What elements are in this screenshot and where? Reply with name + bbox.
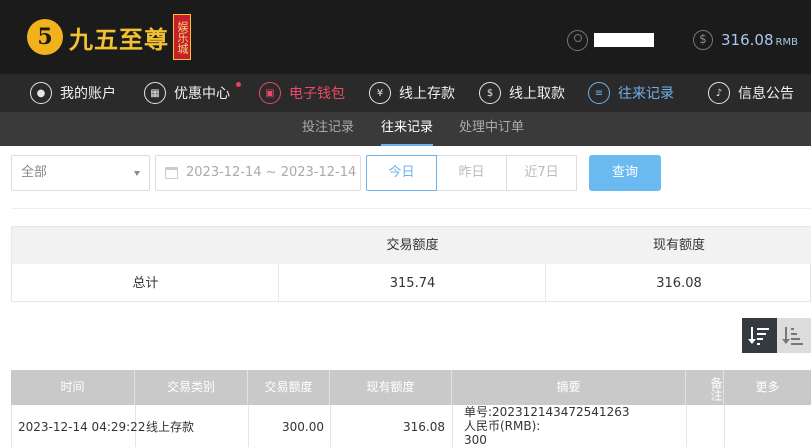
bell-icon: ♪ bbox=[708, 82, 730, 104]
sort-descending-button[interactable] bbox=[742, 318, 777, 353]
summary-header-balance: 现有额度 bbox=[652, 238, 705, 253]
nav-label: 往来记录 bbox=[618, 86, 674, 102]
summary-header-amount: 交易额度 bbox=[386, 238, 439, 253]
date-range-value: 2023-12-14 ~ 2023-12-14 bbox=[186, 165, 357, 180]
summary-total-amount: 315.74 bbox=[389, 276, 436, 291]
nav-label: 信息公告 bbox=[738, 86, 794, 102]
col-amount: 交易额度 bbox=[248, 370, 330, 405]
nav-transaction-records[interactable]: ≡ 往来记录 bbox=[588, 74, 674, 112]
user-circle-icon: ● bbox=[30, 82, 52, 104]
date-range-input[interactable]: 2023-12-14 ~ 2023-12-14 bbox=[155, 155, 361, 191]
col-summary: 摘要 bbox=[452, 370, 686, 405]
nav-label: 线上取款 bbox=[509, 86, 565, 102]
last-7-days-button[interactable]: 近7日 bbox=[506, 155, 577, 191]
col-type: 交易类别 bbox=[135, 370, 248, 405]
top-header: 5 九五至尊 娱乐城 $ 316.08 RMB bbox=[0, 0, 811, 74]
withdraw-icon: $ bbox=[479, 82, 501, 104]
nav-e-wallet[interactable]: ▣ 电子钱包 bbox=[259, 74, 345, 112]
username-redacted bbox=[594, 33, 654, 47]
records-header: 时间 交易类别 交易额度 现有额度 摘要 备注 更多 bbox=[11, 370, 811, 405]
row-more[interactable] bbox=[725, 405, 811, 447]
row-note bbox=[687, 405, 725, 447]
nav-label: 线上存款 bbox=[399, 86, 455, 102]
tab-transaction-records[interactable]: 往来记录 bbox=[381, 112, 434, 146]
sort-desc-icon bbox=[747, 326, 771, 346]
nav-label: 我的账户 bbox=[60, 86, 116, 102]
type-select-value: 全部 bbox=[21, 165, 48, 180]
balance-currency: RMB bbox=[775, 37, 798, 48]
nav-promotions[interactable]: ▦ 优惠中心 bbox=[144, 74, 230, 112]
summary-currency-amount: 300 bbox=[464, 433, 487, 447]
balance-value: 316.08 bbox=[721, 31, 774, 49]
nav-label: 电子钱包 bbox=[289, 86, 345, 102]
summary-order-number: 单号:202312143472541263 bbox=[464, 405, 630, 419]
col-more: 更多 bbox=[755, 380, 780, 394]
brand-name: 九五至尊 bbox=[69, 24, 169, 54]
dollar-icon: $ bbox=[693, 30, 713, 50]
brand-logo[interactable]: 5 九五至尊 娱乐城 bbox=[27, 14, 191, 60]
main-nav: ● 我的账户 ▦ 优惠中心 ▣ 电子钱包 ¥ 线上存款 $ 线上取款 ≡ 往来记… bbox=[0, 74, 811, 112]
nav-label: 优惠中心 bbox=[174, 86, 230, 102]
summary-total-balance: 316.08 bbox=[656, 276, 702, 291]
date-quick-buttons: 今日 昨日 近7日 bbox=[366, 155, 577, 191]
summary-currency-label: 人民币(RMB): bbox=[464, 419, 541, 433]
brand-badge: 娱乐城 bbox=[173, 14, 191, 60]
sort-asc-icon bbox=[782, 326, 805, 346]
summary-table: 交易额度 现有额度 总计 315.74 316.08 bbox=[11, 226, 811, 302]
balance-display: 316.08 RMB bbox=[721, 31, 798, 49]
row-summary: 单号:202312143472541263 人民币(RMB): 300 bbox=[453, 405, 687, 447]
table-row[interactable]: 2023-12-14 04:29:22 线上存款 300.00 316.08 单… bbox=[11, 405, 811, 447]
records-icon: ≡ bbox=[588, 82, 610, 104]
brand-badge-text: 娱乐城 bbox=[176, 20, 189, 54]
nav-online-withdraw[interactable]: $ 线上取款 bbox=[479, 74, 565, 112]
col-time: 时间 bbox=[11, 370, 135, 405]
calendar-icon bbox=[165, 167, 178, 179]
yesterday-button[interactable]: 昨日 bbox=[436, 155, 507, 191]
wallet-icon: ▣ bbox=[259, 82, 281, 104]
today-button[interactable]: 今日 bbox=[366, 155, 437, 191]
gift-icon: ▦ bbox=[144, 82, 166, 104]
divider bbox=[11, 208, 811, 209]
nav-online-deposit[interactable]: ¥ 线上存款 bbox=[369, 74, 455, 112]
deposit-icon: ¥ bbox=[369, 82, 391, 104]
nav-my-account[interactable]: ● 我的账户 bbox=[30, 74, 116, 112]
type-select[interactable]: 全部 bbox=[11, 155, 150, 191]
user-icon[interactable] bbox=[567, 30, 588, 51]
caret-down-icon bbox=[134, 171, 140, 176]
tab-pending-orders[interactable]: 处理中订单 bbox=[459, 112, 524, 146]
logo-mark-icon: 5 bbox=[27, 19, 63, 55]
tab-bet-records[interactable]: 投注记录 bbox=[302, 112, 354, 146]
col-balance: 现有额度 bbox=[330, 370, 452, 405]
summary-header-empty bbox=[12, 227, 279, 264]
row-amount: 300.00 bbox=[249, 405, 331, 447]
col-note: 备注 bbox=[686, 370, 724, 405]
row-time: 2023-12-14 04:29:22 bbox=[12, 405, 145, 447]
summary-total-label: 总计 bbox=[132, 276, 159, 291]
row-balance: 316.08 bbox=[331, 405, 453, 447]
sort-ascending-button[interactable] bbox=[777, 318, 811, 353]
notification-dot bbox=[236, 82, 241, 87]
row-type: 线上存款 bbox=[136, 405, 249, 447]
nav-announcements[interactable]: ♪ 信息公告 bbox=[708, 74, 794, 112]
query-button[interactable]: 查询 bbox=[589, 155, 661, 191]
sub-nav: 投注记录 往来记录 处理中订单 bbox=[0, 112, 811, 146]
